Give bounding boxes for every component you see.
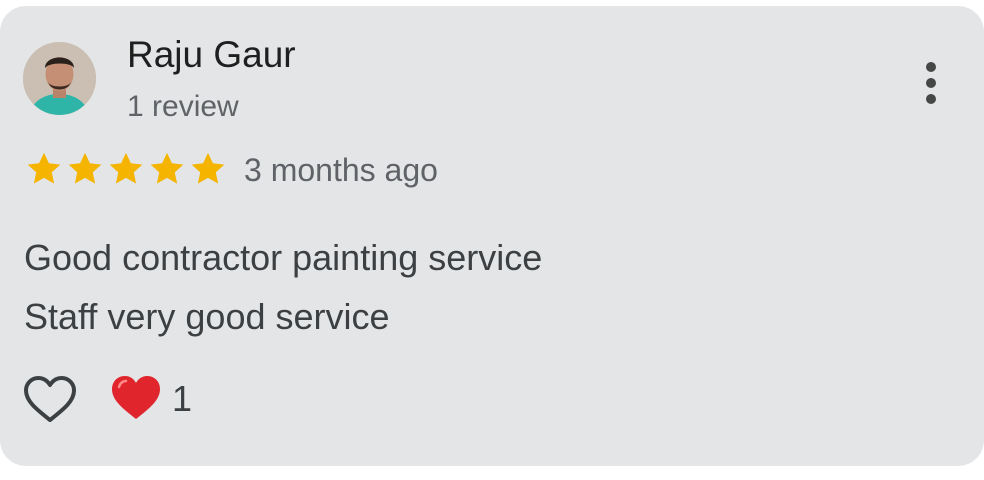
avatar-image [23, 42, 96, 115]
star-rating [24, 150, 228, 188]
review-card: Raju Gaur 1 review 3 months ago Good con… [0, 6, 984, 466]
more-vert-icon-dot [926, 94, 936, 104]
review-text-line: Good contractor painting service [24, 237, 543, 278]
red-heart-icon[interactable] [110, 374, 162, 422]
author-review-count: 1 review [127, 90, 239, 123]
review-text: Good contractor painting service Staff v… [24, 228, 542, 346]
more-vert-icon [926, 62, 936, 72]
more-options-button[interactable] [914, 58, 948, 108]
star-icon [109, 152, 143, 184]
star-icon [191, 152, 225, 184]
heart-outline-icon[interactable] [22, 374, 78, 426]
avatar[interactable] [23, 42, 96, 115]
author-name[interactable]: Raju Gaur [127, 34, 296, 76]
star-icon [68, 152, 102, 184]
review-time: 3 months ago [244, 152, 438, 188]
star-icon [150, 152, 184, 184]
review-text-line: Staff very good service [24, 296, 390, 337]
reaction-count: 1 [172, 378, 193, 419]
star-icon [27, 152, 61, 184]
more-vert-icon-dot [926, 78, 936, 88]
